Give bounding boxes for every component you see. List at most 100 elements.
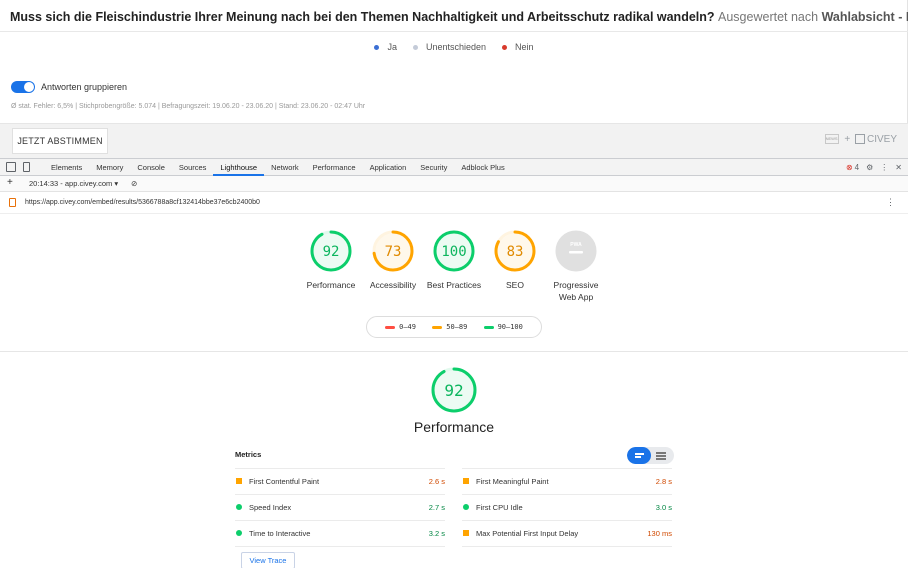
gauge-score: 92 xyxy=(323,244,340,260)
metric-row: Max Potential First Input Delay 130 ms xyxy=(462,520,672,546)
expanded-view-icon-line xyxy=(656,455,666,457)
gauge-accessibility[interactable]: 73 Accessibility xyxy=(361,229,425,291)
clear-icon[interactable]: ⊘ xyxy=(131,179,137,188)
settings-gear-icon[interactable]: ⚙ xyxy=(866,163,873,172)
pass-circle-icon xyxy=(236,504,242,510)
performance-gauge-ring: 92 xyxy=(431,367,477,413)
metric-name: First Meaningful Paint xyxy=(476,477,549,486)
scale-item: 0–49 xyxy=(385,323,416,331)
report-url-bar: https://app.civey.com/embed/results/5366… xyxy=(0,192,908,214)
view-trace-button[interactable]: View Trace xyxy=(241,552,295,568)
metric-row: Speed Index 2.7 s xyxy=(235,494,445,520)
survey-stats: Ø stat. Fehler: 6,5% | Stichprobengröße:… xyxy=(11,103,366,110)
gauge-ring: PWA xyxy=(555,230,597,272)
divider xyxy=(0,31,908,32)
question-text: Muss sich die Fleischindustrie Ihrer Mei… xyxy=(10,10,715,24)
more-options-icon[interactable]: ⋮ xyxy=(880,163,888,172)
metric-name: Speed Index xyxy=(249,503,292,512)
survey-question: Muss sich die Fleischindustrie Ihrer Mei… xyxy=(10,10,908,24)
list-icon-line xyxy=(635,456,641,458)
report-menu-icon[interactable]: ⋮ xyxy=(886,197,895,208)
legend-dot-icon xyxy=(412,45,418,51)
list-icon xyxy=(635,453,644,455)
error-icon[interactable]: ⊗ xyxy=(846,163,853,172)
metrics-divider xyxy=(462,546,672,547)
divider xyxy=(0,351,908,352)
average-square-icon xyxy=(236,478,242,484)
gauge-performance[interactable]: 92 Performance xyxy=(299,229,363,291)
metrics-right-column: First Meaningful Paint 2.8 s First CPU Idl… xyxy=(462,468,672,547)
app: Muss sich die Fleischindustrie Ihrer Mei… xyxy=(0,0,908,568)
pwa-dash-icon xyxy=(569,251,583,254)
expanded-view-icon[interactable] xyxy=(656,452,666,454)
gauge-label: SEO xyxy=(506,280,524,290)
gauge-label: Accessibility xyxy=(369,280,417,290)
gauge-label: Best Practices xyxy=(426,280,482,290)
metrics-divider xyxy=(235,546,445,547)
new-report-button[interactable]: + xyxy=(7,177,13,188)
toggle-label: Antworten gruppieren xyxy=(41,82,128,92)
error-count[interactable]: 4 xyxy=(855,163,859,172)
inspect-element-icon[interactable] xyxy=(6,162,16,172)
devtools-toolbar: Elements Memory Console Sources Lighthouse Ne… xyxy=(0,158,908,176)
tab-network[interactable]: Network xyxy=(264,159,306,176)
performance-big-gauge: 92 xyxy=(429,366,479,414)
legend-label: Nein xyxy=(515,42,534,52)
expanded-view-icon-line xyxy=(656,458,666,460)
scale-range: 50–89 xyxy=(446,323,468,331)
legend-item: Nein xyxy=(498,42,538,52)
metric-value: 2.6 s xyxy=(428,477,445,486)
average-square-icon xyxy=(463,530,469,536)
devtools-tabs: Elements Memory Console Sources Lighthouse Ne… xyxy=(44,159,512,176)
metric-name: First Contentful Paint xyxy=(249,477,320,486)
tab-performance[interactable]: Performance xyxy=(306,159,363,176)
report-select[interactable]: 20:14:33 - app.civey.com ▾ xyxy=(29,179,118,188)
metrics-view-toggle[interactable] xyxy=(627,447,674,464)
gauge-seo[interactable]: 83 SEO xyxy=(483,229,547,291)
scale-bar-icon xyxy=(483,325,494,329)
tab-security[interactable]: Security xyxy=(413,159,454,176)
legend-label: Ja xyxy=(387,42,397,52)
legend-item: Ja xyxy=(370,42,401,52)
answer-legend: Ja Unentschieden Nein xyxy=(0,42,908,52)
legend-item: Unentschieden xyxy=(409,42,490,52)
tab-sources[interactable]: Sources xyxy=(172,159,214,176)
scale-range: 90–100 xyxy=(497,323,523,331)
gauge-ring: 73 xyxy=(372,230,414,272)
metrics-left-column: First Contentful Paint 2.6 s Speed Index 2.… xyxy=(235,468,445,547)
metric-row: First Contentful Paint 2.6 s xyxy=(235,468,445,494)
metric-value: 3.2 s xyxy=(428,529,445,538)
brand-plus: + xyxy=(844,134,851,145)
metric-name: Max Potential First Input Delay xyxy=(476,529,579,538)
vote-now-button[interactable]: JETZT ABSTIMMEN xyxy=(12,128,108,154)
gauge-ring: 83 xyxy=(494,230,536,272)
legend-dot-icon xyxy=(502,45,508,51)
report-url[interactable]: https://app.civey.com/embed/results/5366… xyxy=(25,199,260,206)
pass-circle-icon xyxy=(236,530,242,536)
gauge-progressive-web-app[interactable]: PWA Progressive Web App xyxy=(544,229,608,303)
scale-item: 90–100 xyxy=(483,323,523,331)
tab-adblock-plus[interactable]: Adblock Plus xyxy=(454,159,511,176)
lighthouse-icon xyxy=(9,198,16,207)
performance-title: Performance xyxy=(413,419,495,435)
scale-bar-icon xyxy=(385,325,396,329)
metric-name: Time to Interactive xyxy=(249,529,311,538)
tab-console[interactable]: Console xyxy=(130,159,172,176)
close-icon[interactable]: ✕ xyxy=(895,163,902,172)
gauge-best-practices[interactable]: 100 Best Practices xyxy=(422,229,486,291)
lighthouse-report-bar: + 20:14:33 - app.civey.com ▾ ⊘ xyxy=(0,176,908,192)
tab-elements[interactable]: Elements xyxy=(44,159,89,176)
metric-value: 2.8 s xyxy=(655,477,672,486)
brand-name: CIVEY xyxy=(866,134,897,145)
civey-logo-icon xyxy=(854,134,865,145)
pwa-badge: PWA xyxy=(570,242,582,248)
metric-row: Time to Interactive 3.2 s xyxy=(235,520,445,546)
tab-application[interactable]: Application xyxy=(363,159,414,176)
metric-row: First CPU Idle 3.0 s xyxy=(462,494,672,520)
tab-memory[interactable]: Memory xyxy=(89,159,130,176)
metric-value: 130 ms xyxy=(647,529,672,538)
tab-lighthouse[interactable]: Lighthouse xyxy=(213,159,265,176)
group-answers-toggle[interactable] xyxy=(11,81,35,93)
device-toolbar-icon[interactable] xyxy=(23,162,30,172)
gauge-score: 100 xyxy=(441,244,466,260)
